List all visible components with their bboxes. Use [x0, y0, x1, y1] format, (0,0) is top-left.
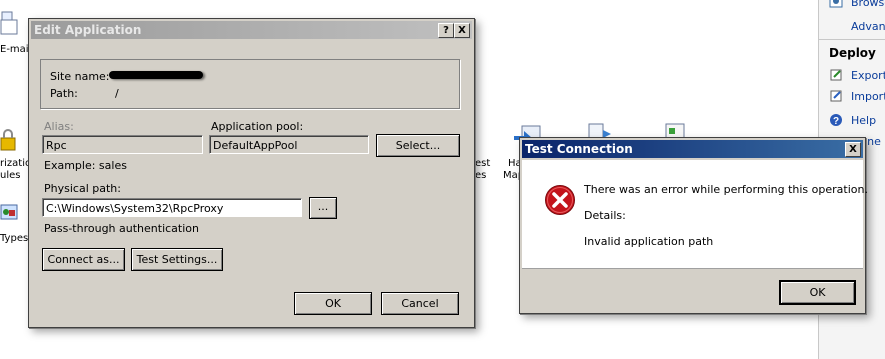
details-value: Invalid application path	[584, 235, 714, 248]
error-message: There was an error while performing this…	[584, 183, 868, 196]
edit-application-titlebar[interactable]: Edit Application ? X	[31, 21, 472, 39]
test-connection-titlebar[interactable]: Test Connection X	[522, 140, 863, 158]
pass-through-label: Pass-through authentication	[44, 222, 199, 235]
authorization-label-2: ules	[0, 170, 21, 181]
site-info-box	[40, 59, 460, 109]
test-connection-close-button[interactable]: X	[845, 142, 861, 157]
email-icon[interactable]	[0, 8, 18, 38]
types-label: Types	[0, 233, 29, 244]
test-label-2: es	[475, 170, 487, 181]
browse-icon	[829, 0, 843, 8]
svg-text:?: ?	[833, 116, 839, 127]
ok-button[interactable]: OK	[294, 292, 372, 315]
test-connection-dialog: Test Connection X There was an error whi…	[519, 137, 868, 314]
advanced-link[interactable]: Advan	[851, 20, 885, 33]
path-label: Path:	[50, 87, 78, 100]
import-link[interactable]: Import	[851, 90, 885, 103]
close-button[interactable]: X	[454, 23, 470, 38]
browse-link[interactable]: Browse	[851, 0, 885, 9]
redacted-site-name	[109, 71, 203, 79]
actions-divider	[819, 39, 885, 40]
app-pool-label: Application pool:	[211, 120, 304, 133]
physical-path-label: Physical path:	[44, 182, 121, 195]
select-button[interactable]: Select...	[376, 134, 460, 157]
import-icon	[830, 90, 842, 102]
app-pool-field[interactable]: DefaultAppPool	[209, 135, 369, 154]
error-icon	[545, 185, 575, 215]
export-link[interactable]: Export	[851, 69, 885, 82]
edit-application-dialog: Edit Application ? X Site name: Path: / …	[28, 18, 475, 328]
path-value: /	[115, 87, 119, 100]
test-label-1: est	[475, 158, 491, 169]
lock-icon[interactable]	[0, 128, 16, 152]
authorization-label-1: rizatio	[0, 158, 32, 169]
browse-path-button[interactable]: ...	[309, 197, 337, 219]
connect-as-button[interactable]: Connect as...	[42, 248, 125, 271]
email-label: E-mai	[0, 44, 29, 55]
site-name-label: Site name:	[50, 70, 110, 83]
export-icon	[830, 69, 842, 81]
details-label: Details:	[584, 209, 626, 222]
test-settings-button[interactable]: Test Settings...	[131, 248, 223, 271]
cancel-button[interactable]: Cancel	[381, 292, 459, 315]
mime-types-icon[interactable]	[0, 202, 18, 222]
example-text: Example: sales	[44, 159, 127, 172]
alias-label: Alias:	[44, 120, 74, 133]
help-button[interactable]: ?	[438, 23, 454, 38]
physical-path-field[interactable]: C:\Windows\System32\RpcProxy	[42, 198, 302, 217]
edit-application-title: Edit Application	[34, 23, 142, 37]
test-connection-title: Test Connection	[525, 142, 633, 156]
help-link[interactable]: Help	[851, 114, 876, 127]
alias-field[interactable]: Rpc	[42, 135, 203, 154]
deploy-heading: Deploy	[829, 46, 876, 60]
test-connection-ok-button[interactable]: OK	[779, 280, 856, 305]
help-icon: ?	[830, 114, 842, 127]
